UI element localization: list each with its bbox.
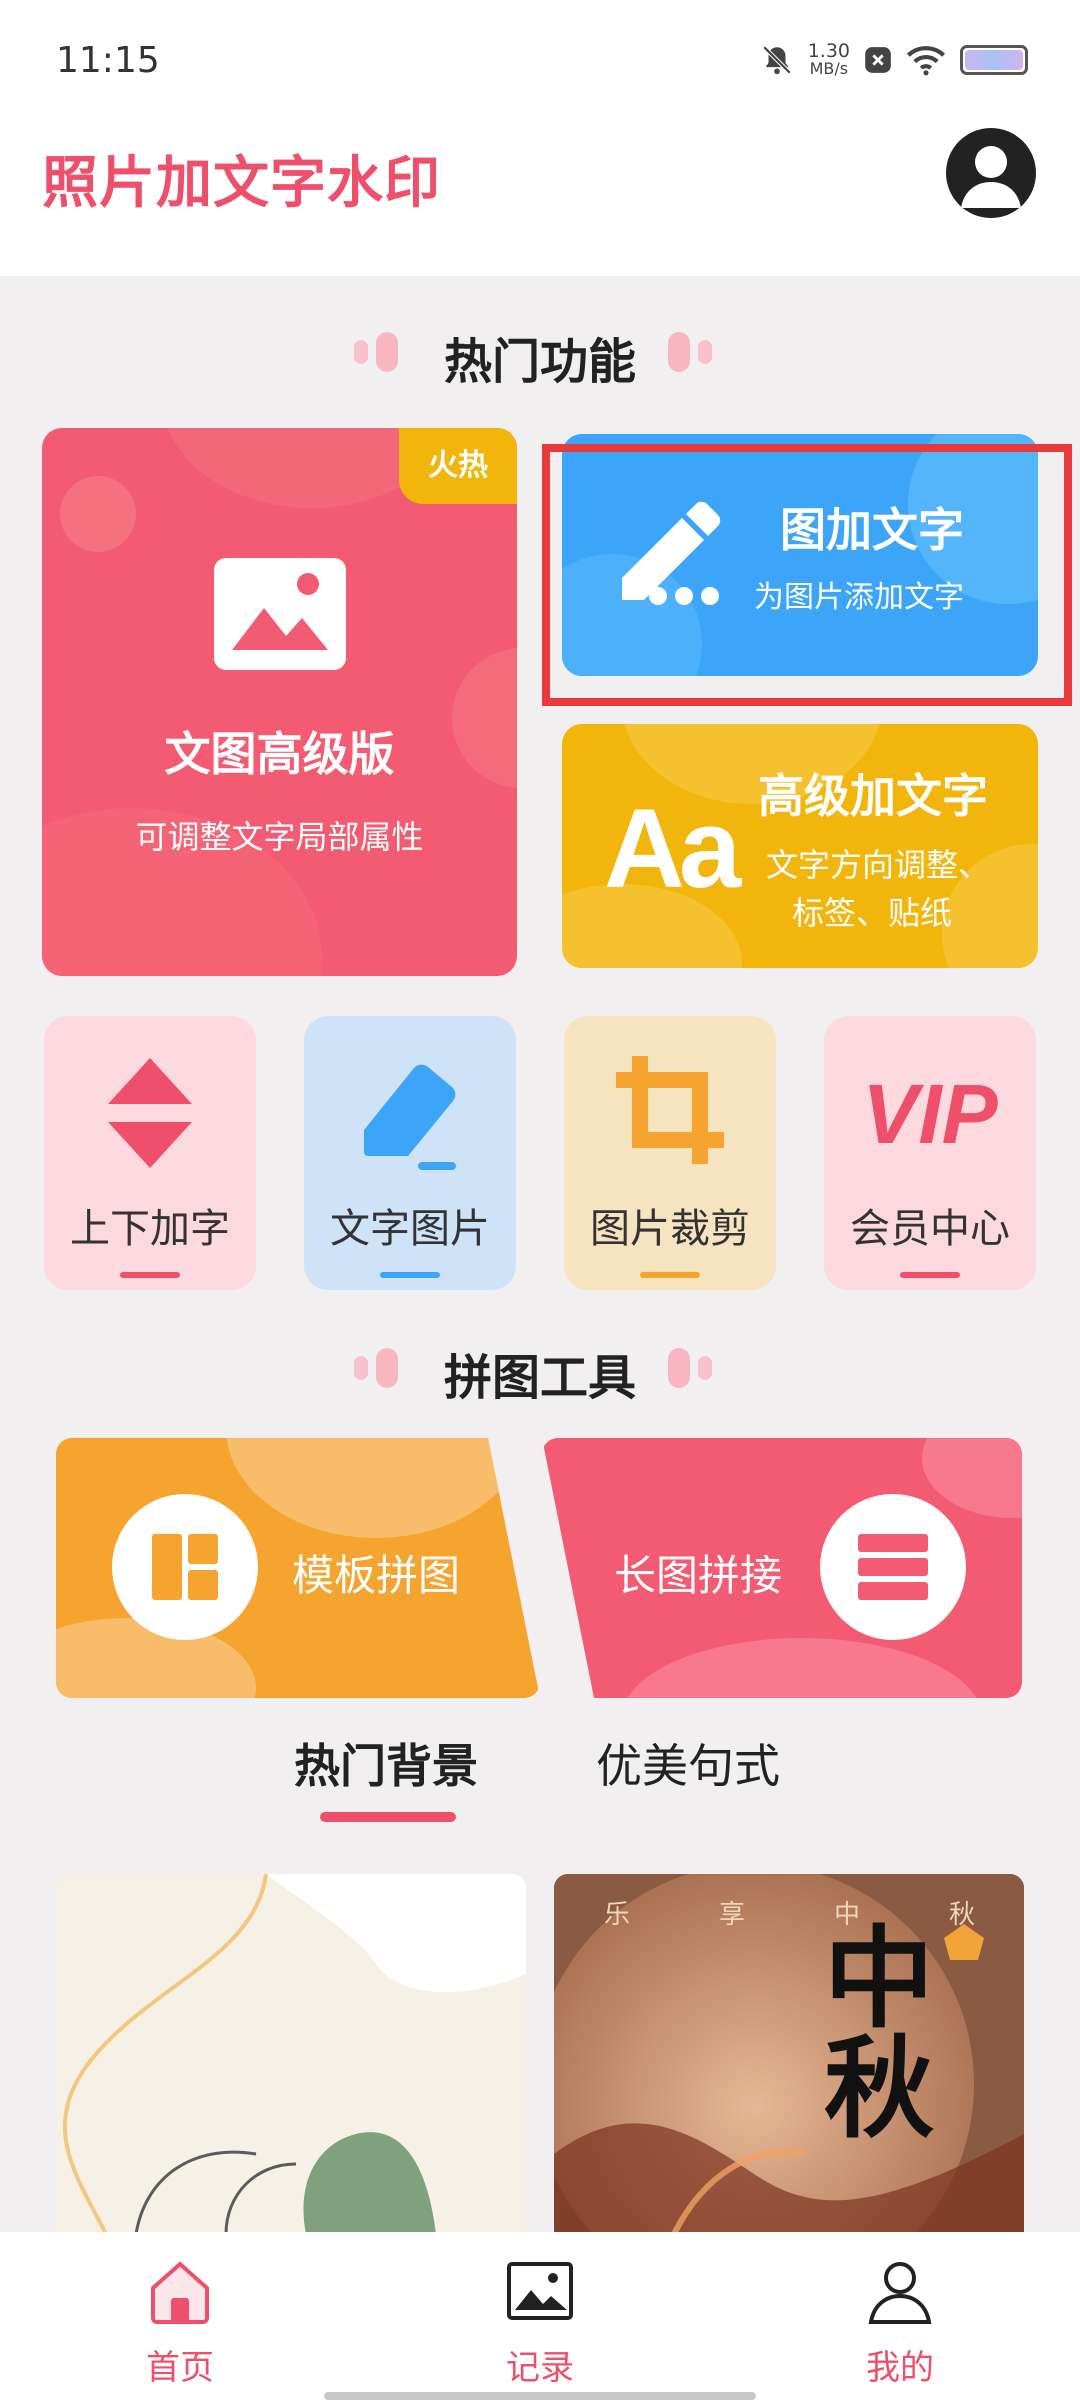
template-collage-button[interactable]: 模板拼图: [56, 1438, 540, 1698]
tile-indicator: [120, 1272, 180, 1278]
active-tab-indicator: [320, 1812, 456, 1822]
long-image-stitch-button[interactable]: 长图拼接: [542, 1438, 1022, 1698]
status-icons: 1.30 MB/s: [760, 40, 1028, 80]
advanced-image-text-card[interactable]: 火热 文图高级版 可调整文字局部属性: [42, 428, 517, 976]
picture-icon: [507, 2262, 573, 2320]
image-icon: [214, 558, 346, 670]
background-thumbnail-2[interactable]: 乐 享 中 秋 中秋: [554, 1874, 1024, 2234]
tile-indicator: [900, 1272, 960, 1278]
add-text-card[interactable]: 图加文字 为图片添加文字: [562, 434, 1038, 676]
wifi-icon: [906, 46, 946, 76]
up-down-arrows-icon: [108, 1058, 192, 1168]
pro-text-subtitle-2: 标签、贴纸: [792, 894, 953, 932]
close-small-icon: [865, 47, 891, 73]
eraser-icon: [364, 1064, 456, 1170]
hot-section-title: 热门功能: [443, 334, 636, 390]
user-avatar-icon[interactable]: [946, 128, 1036, 218]
add-text-title: 图加文字: [780, 503, 964, 557]
bg2-char: 乐: [604, 1900, 631, 1930]
hot-section-header: 热门功能: [0, 322, 1080, 390]
tile-label: 会员中心: [850, 1206, 1010, 1252]
tile-text-image[interactable]: 文字图片: [304, 1016, 516, 1290]
tile-label: 文字图片: [330, 1206, 490, 1252]
bg2-char: 享: [719, 1900, 746, 1930]
font-aa-icon: Aa: [604, 786, 741, 911]
tile-crop[interactable]: 图片裁剪: [564, 1016, 776, 1290]
tile-vip-center[interactable]: VIP 会员中心: [824, 1016, 1036, 1290]
bg2-char: 秋: [949, 1900, 976, 1930]
bell-off-icon: [762, 45, 791, 75]
nav-mine[interactable]: 我的: [800, 2256, 1000, 2389]
hot-tag: 火热: [399, 428, 517, 504]
bg2-calligraphy: 中秋: [824, 1915, 934, 2153]
puzzle-section-header: 拼图工具: [0, 1338, 1080, 1406]
title-decoration-left: [354, 332, 398, 372]
app-header: 照片加文字水印: [0, 118, 1080, 276]
pro-text-subtitle-1: 文字方向调整、: [766, 846, 991, 884]
nav-records-label: 记录: [506, 2348, 574, 2388]
battery-icon: [960, 45, 1028, 75]
net-speed-unit: MB/s: [809, 59, 849, 78]
tile-label: 图片裁剪: [590, 1206, 750, 1252]
app-title: 照片加文字水印: [42, 151, 441, 216]
tile-label: 上下加字: [70, 1206, 230, 1252]
advanced-add-text-card[interactable]: Aa 高级加文字 文字方向调整、 标签、贴纸: [562, 724, 1038, 968]
background-thumbnail-1[interactable]: [56, 1874, 526, 2234]
tile-indicator: [380, 1272, 440, 1278]
advanced-card-title: 文图高级版: [164, 727, 395, 781]
gesture-home-bar[interactable]: [324, 2392, 756, 2400]
status-bar: 11:15 1.30 MB/s: [0, 0, 1080, 118]
nav-records[interactable]: 记录: [440, 2256, 640, 2389]
pen-icon: [622, 501, 721, 605]
user-icon: [868, 2262, 932, 2324]
tab-beautiful-quotes[interactable]: 优美句式: [596, 1730, 780, 1796]
rows-stack-icon: [820, 1494, 966, 1640]
vip-icon: VIP: [862, 1067, 998, 1161]
grid-layout-icon: [112, 1494, 258, 1640]
pro-text-title: 高级加文字: [758, 769, 988, 823]
long-stitch-label: 长图拼接: [614, 1551, 783, 1600]
template-collage-label: 模板拼图: [292, 1551, 461, 1600]
title-decoration-left: [354, 1348, 398, 1388]
net-speed: 1.30 MB/s: [808, 42, 850, 78]
add-text-subtitle: 为图片添加文字: [754, 580, 964, 615]
bottom-navigation: 首页 记录 我的: [0, 2232, 1080, 2408]
tile-indicator: [640, 1272, 700, 1278]
nav-mine-label: 我的: [866, 2348, 934, 2388]
home-icon: [151, 2261, 209, 2324]
title-decoration-right: [668, 1348, 712, 1388]
advanced-card-subtitle: 可调整文字局部属性: [135, 818, 424, 856]
nav-home[interactable]: 首页: [80, 2256, 280, 2389]
nav-home-label: 首页: [146, 2348, 214, 2388]
puzzle-section-title: 拼图工具: [443, 1350, 636, 1406]
tab-hot-backgrounds[interactable]: 热门背景: [294, 1730, 478, 1796]
status-time: 11:15: [56, 40, 160, 81]
net-speed-value: 1.30: [807, 40, 850, 62]
tile-up-down-text[interactable]: 上下加字: [44, 1016, 256, 1290]
title-decoration-right: [668, 332, 712, 372]
crop-icon: [616, 1056, 724, 1164]
